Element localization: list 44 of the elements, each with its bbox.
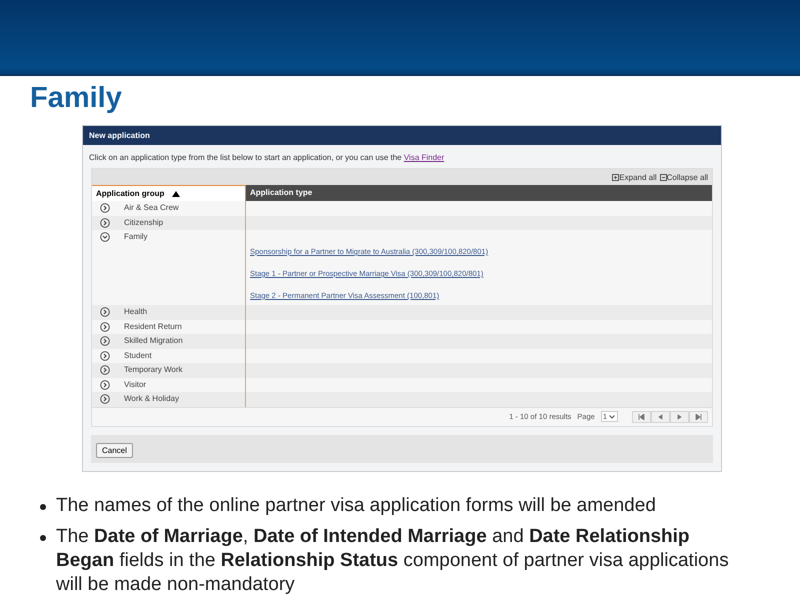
bullet-text: The names of the online partner visa application forms will be amended: [56, 494, 656, 518]
group-item[interactable]: Work & Holiday: [124, 394, 179, 404]
chevron-right-icon[interactable]: [100, 322, 110, 332]
plus-box-icon: [612, 174, 620, 180]
group-item[interactable]: Citizenship: [124, 218, 164, 228]
group-item[interactable]: Resident Return: [124, 322, 182, 332]
chevron-right-icon[interactable]: [100, 336, 110, 346]
cancel-button[interactable]: Cancel: [96, 442, 133, 458]
chevron-down-icon[interactable]: [100, 232, 110, 242]
group-item[interactable]: Family: [124, 232, 148, 242]
slide-title: Family: [30, 81, 122, 116]
chevron-right-icon[interactable]: [100, 394, 110, 404]
bullet-icon: [40, 534, 46, 540]
group-item[interactable]: Health: [124, 307, 148, 318]
column-header[interactable]: Application type: [246, 185, 712, 201]
last-page-button[interactable]: [689, 410, 708, 422]
group-item[interactable]: Visitor: [124, 380, 146, 390]
chevron-right-icon[interactable]: [100, 365, 110, 375]
intro-text: Click on an application type from the list below to start an application, or you can use the Visa Finder: [88, 152, 446, 164]
visa-finder-link[interactable]: Visa Finder: [404, 153, 444, 162]
bullet-text: The Date of Marriage, Date of Intended Marriage and Date Relationship Began fields in the Relationship Status component of partner visa applications will be made non-mandatory: [56, 524, 730, 596]
group-item[interactable]: Skilled Migration: [124, 336, 183, 346]
group-item[interactable]: Student: [124, 350, 152, 361]
expand-all-button[interactable]: Expand all: [612, 172, 657, 182]
bullet-icon: [40, 504, 46, 510]
chevron-right-icon[interactable]: [100, 307, 110, 317]
previous-page-button[interactable]: [651, 410, 670, 422]
caret-down-icon: [608, 413, 616, 420]
next-page-button[interactable]: [670, 410, 689, 422]
triangle-right-icon: [676, 414, 683, 420]
skip-back-icon: [638, 414, 645, 420]
group-item[interactable]: Temporary Work: [124, 365, 183, 376]
skip-forward-icon: [695, 414, 702, 420]
column-header[interactable]: Application group: [92, 185, 246, 201]
collapse-all-button[interactable]: Collapse all: [660, 172, 708, 182]
chevron-right-icon[interactable]: [100, 380, 110, 390]
minus-box-icon: [660, 174, 667, 180]
chevron-right-icon[interactable]: [100, 218, 110, 228]
chevron-right-icon[interactable]: [100, 203, 110, 213]
first-page-button[interactable]: [632, 410, 651, 422]
panel-title: New application: [83, 126, 721, 145]
triangle-left-icon: [657, 414, 664, 420]
chevron-right-icon[interactable]: [100, 350, 110, 360]
group-item[interactable]: Air & Sea Crew: [124, 203, 179, 214]
